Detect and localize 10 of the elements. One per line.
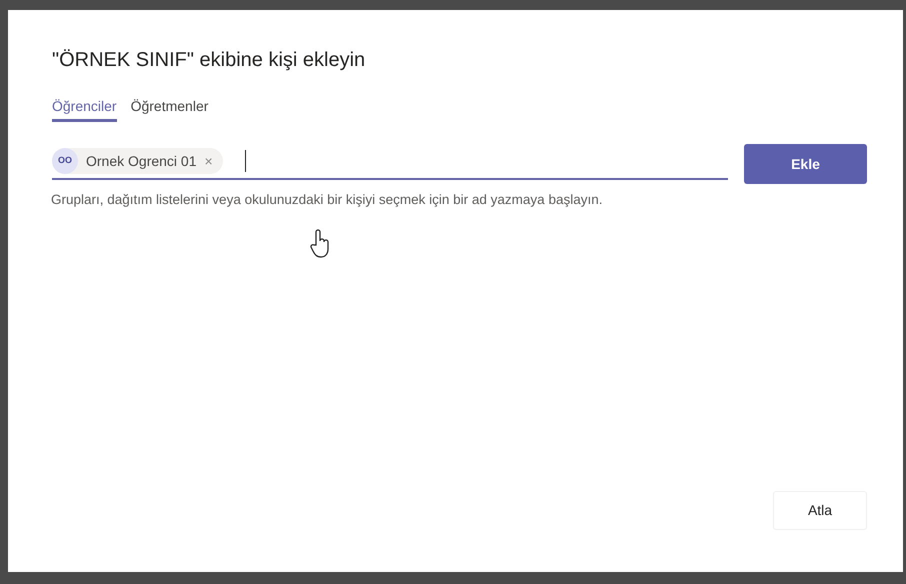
tab[interactable]: Öğrenciler: [52, 96, 117, 122]
avatar-initials: OO: [52, 148, 78, 174]
chip-label: Ornek Ogrenci 01: [86, 152, 196, 171]
hint-text: Grupları, dağıtım listelerini veya okulunuzdaki bir kişiyi seçmek için bir ad yazmaya başlayın.: [51, 191, 604, 209]
people-picker-field[interactable]: OO Ornek Ogrenci 01 ×: [52, 148, 728, 180]
add-button[interactable]: Ekle: [744, 144, 867, 184]
hand-cursor-icon: [309, 229, 331, 259]
skip-button[interactable]: Atla: [773, 491, 867, 530]
dialog-title: "ÖRNEK SINIF" ekibine kişi ekleyin: [52, 48, 366, 73]
tab[interactable]: Öğretmenler: [130, 96, 208, 122]
